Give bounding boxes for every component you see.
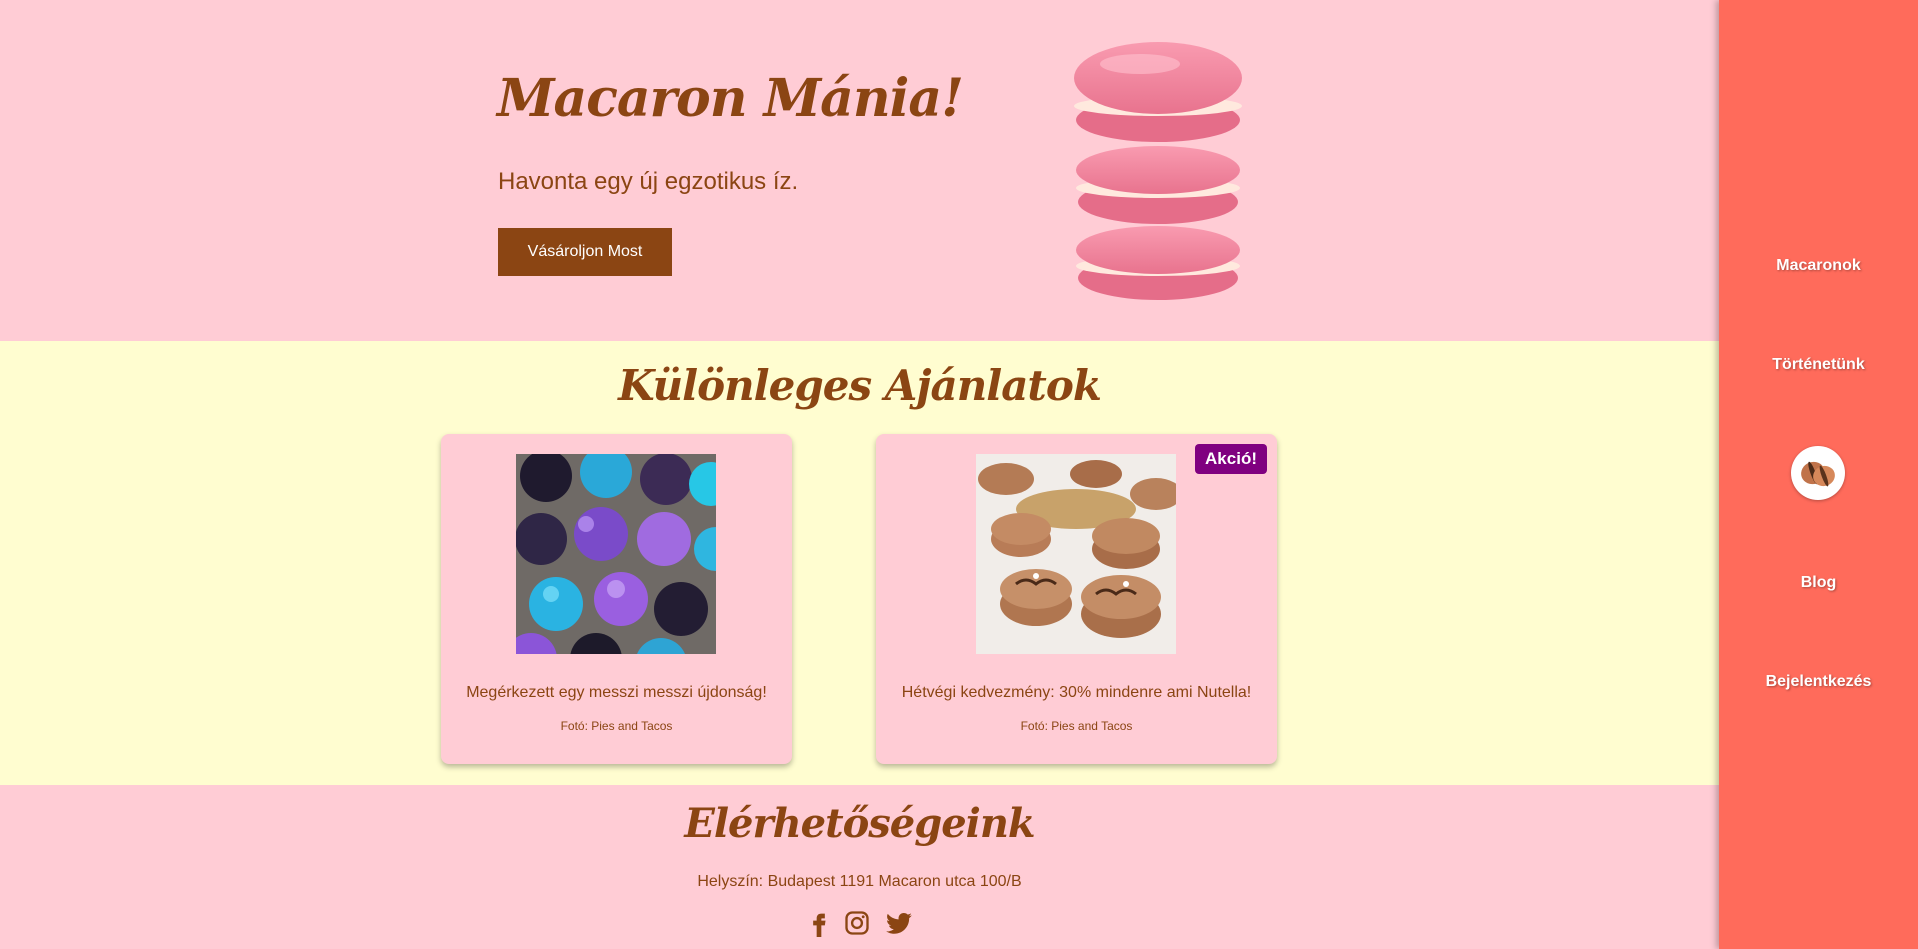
galaxy-macarons-photo (516, 454, 716, 654)
macaron-logo-graphic (1801, 461, 1835, 487)
sidebar-nav: Macaronok Történetünk Blog Bejelentkezés (1719, 0, 1918, 949)
nav-item-blog[interactable]: Blog (1719, 574, 1918, 592)
hero-section: Macaron Mánia! Havonta egy új egzotikus … (0, 0, 1719, 341)
twitter-icon[interactable] (885, 909, 913, 937)
offer-text: Hétvégi kedvezmény: 30% mindenre ami Nut… (901, 684, 1252, 701)
sale-badge: Akció! (1195, 444, 1267, 474)
photo-credit: Fotó: Pies and Tacos (560, 719, 673, 733)
contact-title: Elérhetőségeink (684, 800, 1035, 847)
macaron-stack-image (1074, 42, 1242, 300)
offer-text: Megérkezett egy messzi messzi újdonság! (466, 684, 767, 701)
offers-title: Különleges Ajánlatok (618, 361, 1102, 410)
hero-subtitle: Havonta egy új egzotikus íz. (498, 168, 799, 195)
main-content: Macaron Mánia! Havonta egy új egzotikus … (0, 0, 1719, 949)
macaron-logo-icon[interactable] (1791, 446, 1845, 500)
instagram-icon[interactable] (843, 909, 871, 937)
offer-card[interactable]: Akció! Hétvégi kedvezmény: 30% mindenre … (876, 434, 1277, 764)
chocolate-macarons-photo (976, 454, 1176, 654)
shop-now-button[interactable]: Vásároljon Most (498, 228, 672, 276)
special-offers-section: Különleges Ajánlatok Megérkezett egy mes… (0, 341, 1719, 785)
offer-card[interactable]: Megérkezett egy messzi messzi újdonság! … (441, 434, 792, 764)
nav-item-tortenetunk[interactable]: Történetünk (1719, 356, 1918, 374)
contact-location: Helyszín: Budapest 1191 Macaron utca 100… (697, 873, 1022, 890)
facebook-icon[interactable] (805, 909, 833, 937)
contact-section: Elérhetőségeink Helyszín: Budapest 1191 … (0, 785, 1719, 949)
social-links (799, 909, 919, 939)
hero-title: Macaron Mánia! (497, 68, 964, 129)
nav-item-macaronok[interactable]: Macaronok (1719, 257, 1918, 275)
photo-credit: Fotó: Pies and Tacos (1020, 719, 1133, 733)
nav-item-bejelentkezes[interactable]: Bejelentkezés (1719, 673, 1918, 691)
